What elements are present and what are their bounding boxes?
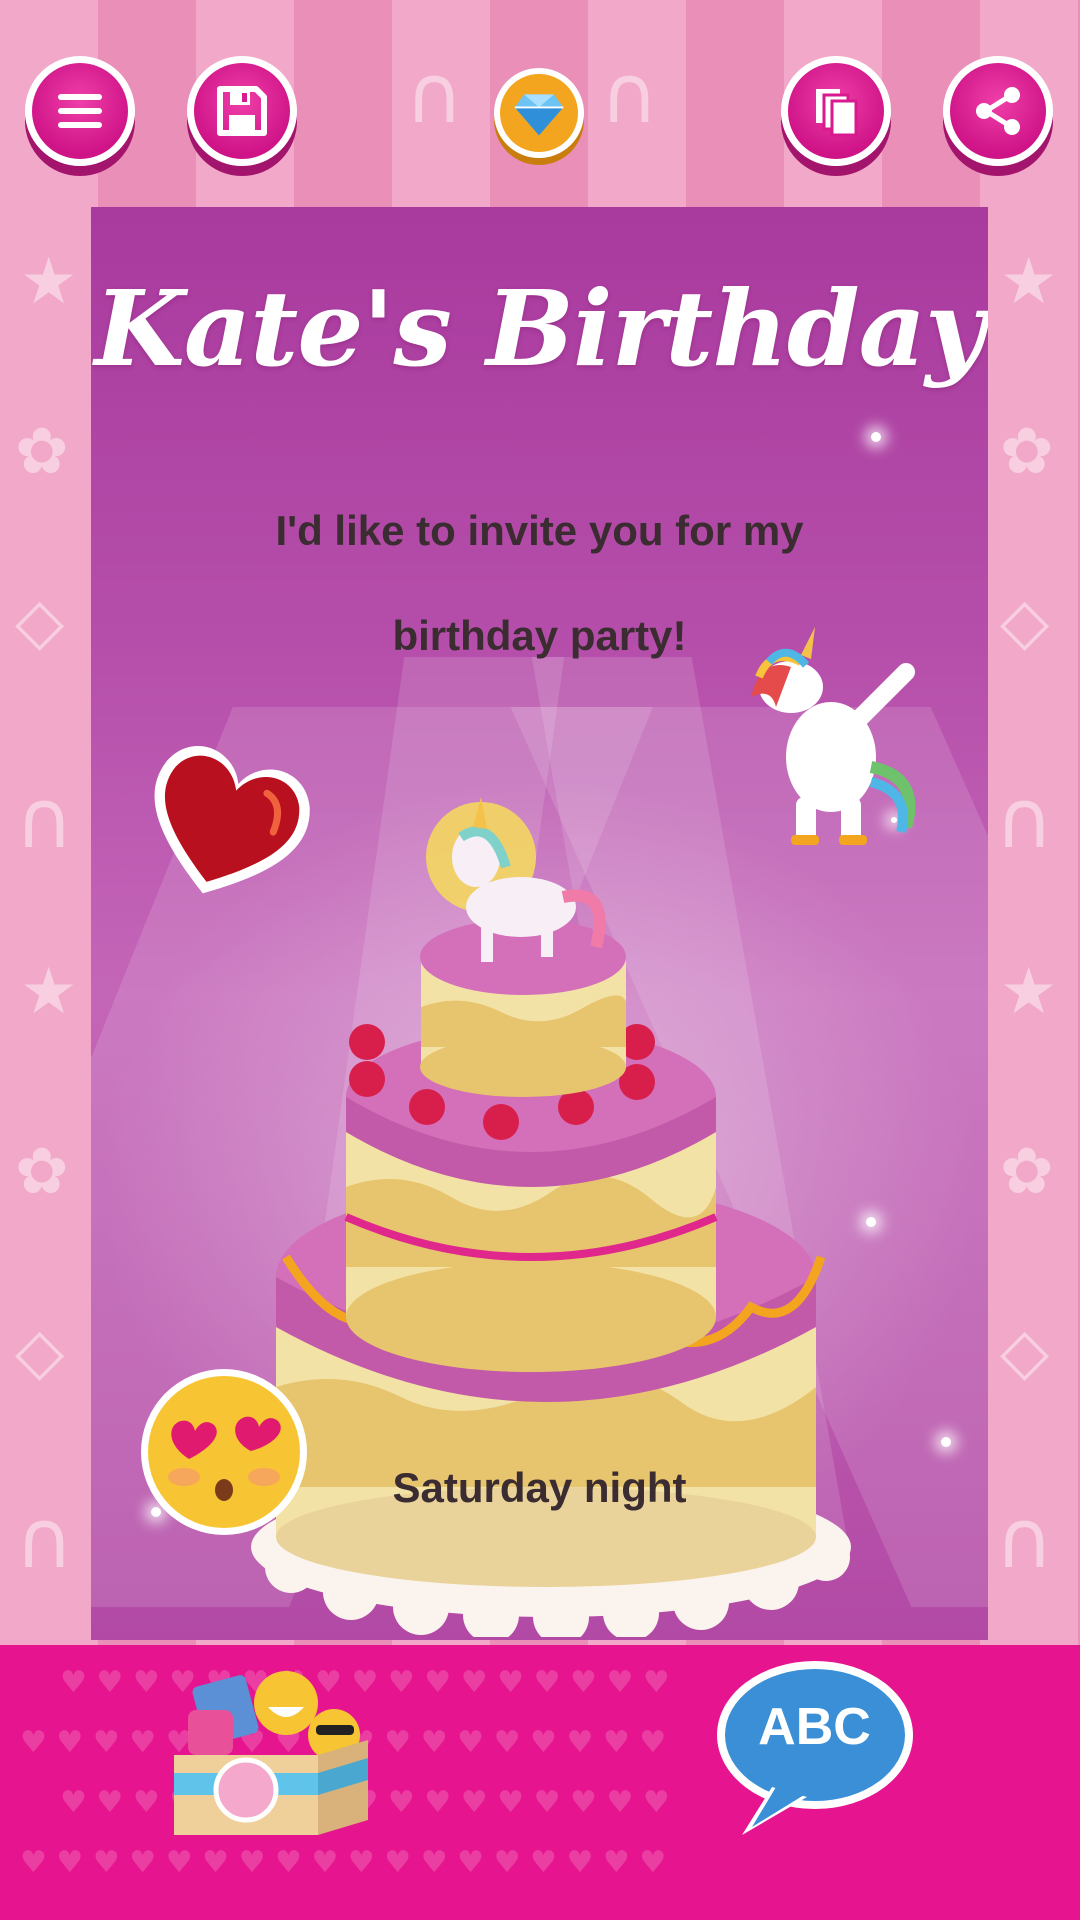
copy-pages-icon (816, 89, 858, 137)
heart-eyes-emoji-sticker[interactable] (139, 1367, 309, 1537)
horseshoe-icon: ∩ (600, 48, 659, 141)
sparkle (941, 1437, 951, 1447)
flower-icon: ✿ (1000, 1135, 1054, 1209)
card-title[interactable]: Kate's Birthday (91, 267, 988, 390)
hamburger-menu-icon (58, 94, 102, 128)
sparkle (871, 432, 881, 442)
dabbing-unicorn-sticker[interactable] (731, 617, 931, 847)
star-icon: ★ (1000, 955, 1058, 1029)
add-text-button-label: ABC (758, 1698, 871, 1756)
diamond-outline-icon: ◇ (1000, 1315, 1050, 1389)
invite-text-line-1[interactable]: I'd like to invite you for my (151, 507, 928, 555)
bottom-toolbar: ♥ ♥ ♥ ♥ ♥ ♥ ♥ ♥ ♥ ♥ ♥ ♥ ♥ ♥ ♥ ♥ ♥ ♥ ♥ ♥ … (0, 1645, 1080, 1920)
star-icon: ★ (1000, 245, 1058, 319)
add-text-button[interactable]: ABC (712, 1657, 917, 1842)
horseshoe-icon: ∩ (15, 773, 74, 866)
menu-button[interactable] (25, 56, 135, 166)
share-button[interactable] (943, 56, 1053, 166)
horseshoe-icon: ∩ (995, 1493, 1054, 1586)
share-icon (976, 87, 1020, 135)
diamond-outline-icon: ◇ (15, 1315, 65, 1389)
save-button[interactable] (187, 56, 297, 166)
flower-icon: ✿ (1000, 415, 1054, 489)
horseshoe-icon: ∩ (995, 773, 1054, 866)
floppy-disk-icon (217, 86, 267, 136)
horseshoe-icon: ∩ (15, 1493, 74, 1586)
invitation-card[interactable]: Kate's Birthday I'd like to invite you f… (91, 207, 988, 1640)
horseshoe-icon: ∩ (405, 48, 464, 141)
red-heart-sticker[interactable] (126, 727, 326, 917)
duplicate-button[interactable] (781, 56, 891, 166)
star-icon: ★ (20, 955, 78, 1029)
flower-icon: ✿ (15, 415, 69, 489)
premium-gems-button[interactable] (494, 68, 584, 158)
diamond-outline-icon: ◇ (15, 585, 65, 659)
stickers-button[interactable] (168, 1655, 378, 1845)
star-icon: ★ (20, 245, 78, 319)
diamond-icon (514, 94, 564, 136)
sticker-box-icon (174, 1671, 368, 1835)
flower-icon: ✿ (15, 1135, 69, 1209)
diamond-outline-icon: ◇ (1000, 585, 1050, 659)
